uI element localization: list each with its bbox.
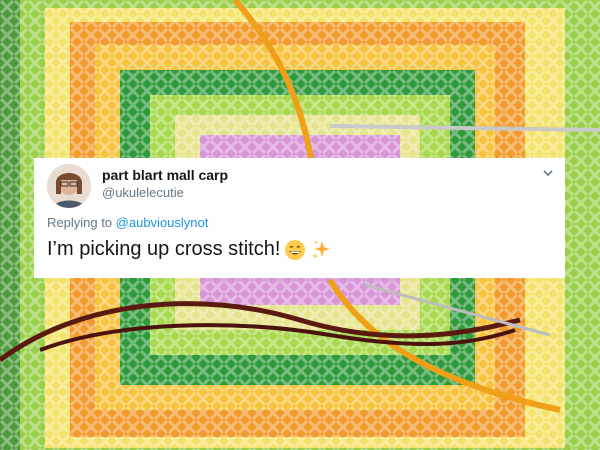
- sparkles-icon: [312, 239, 331, 259]
- username-handle[interactable]: @ukulelecutie: [102, 185, 184, 200]
- tweet-text: I’m picking up cross stitch!: [47, 238, 332, 261]
- display-name[interactable]: part blart mall carp: [102, 167, 228, 183]
- replying-to-line: Replying to @aubviouslynot: [47, 215, 208, 230]
- replying-to-label: Replying to: [47, 215, 113, 230]
- tweet-card: part blart mall carp @ukulelecutie Reply…: [34, 158, 565, 278]
- avatar[interactable]: [47, 164, 91, 208]
- grinning-face-icon: [285, 239, 306, 260]
- tweet-body: I’m picking up cross stitch!: [47, 238, 281, 260]
- reply-to-handle-link[interactable]: @aubviouslynot: [116, 215, 209, 230]
- chevron-down-icon[interactable]: [541, 166, 555, 180]
